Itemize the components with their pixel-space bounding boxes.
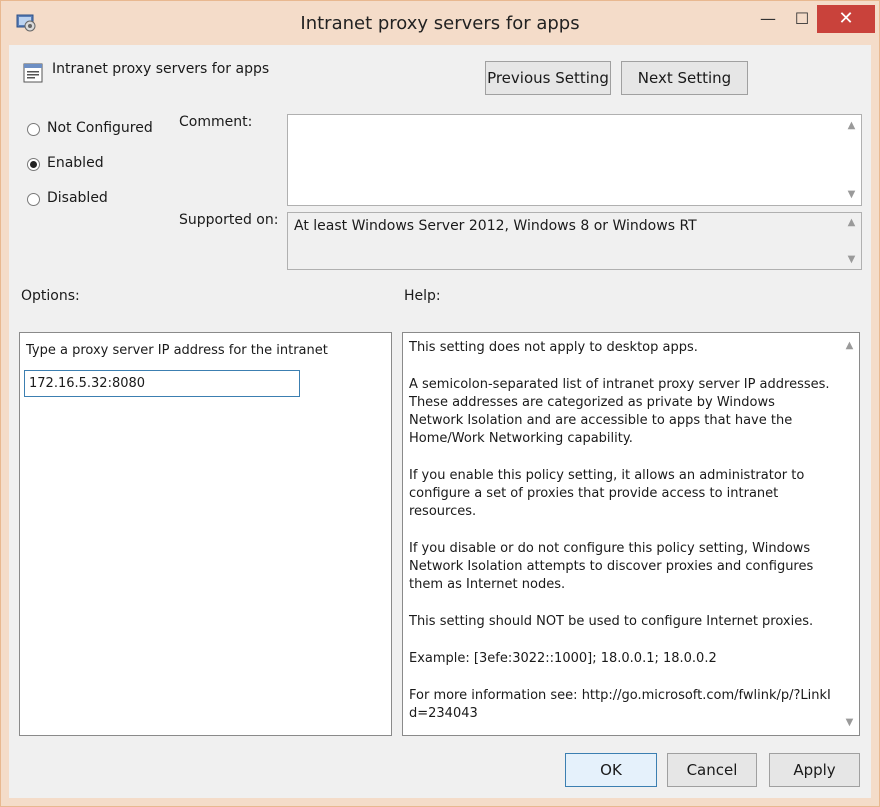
scroll-up-icon[interactable]: ▲ xyxy=(843,217,860,228)
options-heading: Options: xyxy=(21,288,80,304)
supported-on-value: At least Windows Server 2012, Windows 8 … xyxy=(294,218,697,234)
scroll-down-icon[interactable]: ▼ xyxy=(843,189,860,200)
supported-on-box: At least Windows Server 2012, Windows 8 … xyxy=(287,212,862,270)
proxy-address-value: 172.16.5.32:8080 xyxy=(29,376,146,391)
help-heading: Help: xyxy=(404,288,441,304)
comment-label: Comment: xyxy=(179,114,253,130)
comment-scrollbar[interactable]: ▲ ▼ xyxy=(843,116,860,204)
radio-enabled-circle[interactable] xyxy=(27,158,40,171)
help-paragraph: A semicolon-separated list of intranet p… xyxy=(409,377,830,446)
policy-name: Intranet proxy servers for apps xyxy=(52,61,270,77)
radio-disabled[interactable]: Disabled xyxy=(27,189,177,211)
scroll-down-icon[interactable]: ▼ xyxy=(843,254,860,265)
proxy-address-input[interactable]: 172.16.5.32:8080 xyxy=(24,370,300,397)
help-paragraph: If you enable this policy setting, it al… xyxy=(409,468,805,519)
radio-enabled-label: Enabled xyxy=(47,155,104,171)
scroll-up-icon[interactable]: ▲ xyxy=(843,120,860,131)
help-paragraph: This setting does not apply to desktop a… xyxy=(409,340,698,355)
scroll-up-icon[interactable]: ▲ xyxy=(841,340,858,351)
supported-scrollbar[interactable]: ▲ ▼ xyxy=(843,214,860,268)
help-text: This setting does not apply to desktop a… xyxy=(409,339,833,742)
comment-textarea[interactable]: ▲ ▼ xyxy=(287,114,862,206)
help-paragraph: If you disable or do not configure this … xyxy=(409,541,814,592)
help-paragraph: Example: [3efe:3022::1000]; 18.0.0.1; 18… xyxy=(409,651,717,666)
scroll-down-icon[interactable]: ▼ xyxy=(841,717,858,728)
minimize-button[interactable]: — xyxy=(753,5,783,33)
cancel-button[interactable]: Cancel xyxy=(667,753,757,787)
radio-enabled[interactable]: Enabled xyxy=(27,154,177,176)
radio-not-configured[interactable]: Not Configured xyxy=(27,119,177,141)
radio-not-configured-circle[interactable] xyxy=(27,123,40,136)
radio-not-configured-label: Not Configured xyxy=(47,120,153,136)
close-button[interactable]: ✕ xyxy=(817,5,875,33)
policy-setting-icon xyxy=(23,63,43,83)
policy-dialog-window: Intranet proxy servers for apps — ☐ ✕ In… xyxy=(0,0,880,807)
dialog-client-area: Intranet proxy servers for apps Previous… xyxy=(9,45,871,798)
help-panel: This setting does not apply to desktop a… xyxy=(402,332,860,736)
ok-button[interactable]: OK xyxy=(565,753,657,787)
help-scrollbar[interactable]: ▲ ▼ xyxy=(841,334,858,734)
options-panel: Type a proxy server IP address for the i… xyxy=(19,332,392,736)
help-paragraph: This setting should NOT be used to confi… xyxy=(409,614,814,629)
previous-setting-button[interactable]: Previous Setting xyxy=(485,61,611,95)
radio-disabled-circle[interactable] xyxy=(27,193,40,206)
title-bar[interactable]: Intranet proxy servers for apps — ☐ ✕ xyxy=(1,1,879,45)
help-paragraph: For more information see: http://go.micr… xyxy=(409,688,831,721)
radio-selected-dot xyxy=(30,161,37,168)
proxy-field-label: Type a proxy server IP address for the i… xyxy=(26,343,328,358)
window-title: Intranet proxy servers for apps xyxy=(300,13,580,34)
supported-on-label: Supported on: xyxy=(179,212,279,228)
apply-button[interactable]: Apply xyxy=(769,753,860,787)
next-setting-button[interactable]: Next Setting xyxy=(621,61,748,95)
maximize-button[interactable]: ☐ xyxy=(787,5,817,33)
radio-disabled-label: Disabled xyxy=(47,190,108,206)
